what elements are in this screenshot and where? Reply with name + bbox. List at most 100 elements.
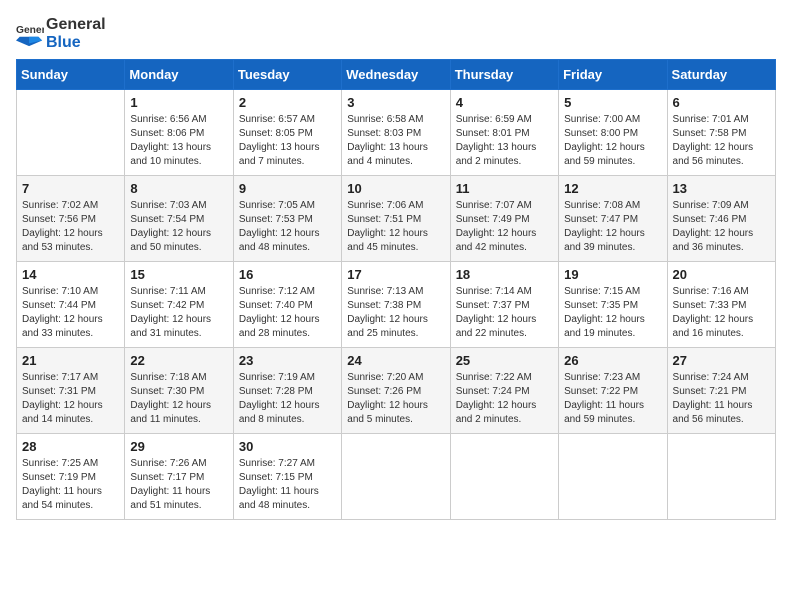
- calendar-cell: 15 Sunrise: 7:11 AMSunset: 7:42 PMDayligh…: [125, 262, 233, 348]
- day-number: 26: [564, 353, 661, 368]
- calendar-cell: [17, 90, 125, 176]
- calendar-cell: [559, 434, 667, 520]
- logo: General General Blue: [16, 16, 106, 51]
- logo-general-text: General: [46, 16, 106, 34]
- calendar-cell: 9Sunrise: 7:05 AMSunset: 7:53 PMDaylight…: [233, 176, 341, 262]
- calendar-table: SundayMondayTuesdayWednesdayThursdayFrid…: [16, 59, 776, 520]
- day-detail: Sunrise: 7:20 AMSunset: 7:26 PMDaylight:…: [347, 371, 444, 427]
- weekday-header-row: SundayMondayTuesdayWednesdayThursdayFrid…: [17, 60, 776, 90]
- day-detail: Sunrise: 7:12 AMSunset: 7:40 PMDaylight:…: [239, 285, 336, 341]
- calendar-cell: [667, 434, 775, 520]
- day-number: 28: [22, 439, 119, 454]
- day-number: 7: [22, 181, 119, 196]
- day-detail: Sunrise: 7:25 AMSunset: 7:19 PMDaylight:…: [22, 457, 119, 513]
- day-detail: Sunrise: 7:08 AMSunset: 7:47 PMDaylight:…: [564, 199, 661, 255]
- weekday-header-sunday: Sunday: [17, 60, 125, 90]
- day-number: 23: [239, 353, 336, 368]
- day-detail: Sunrise: 6:56 AMSunset: 8:06 PMDaylight:…: [130, 113, 227, 169]
- day-detail: Sunrise: 6:59 AMSunset: 8:01 PMDaylight:…: [456, 113, 553, 169]
- day-number: 15: [130, 267, 227, 282]
- calendar-cell: 29Sunrise: 7:26 AMSunset: 7:17 PMDayligh…: [125, 434, 233, 520]
- calendar-cell: 3Sunrise: 6:58 AMSunset: 8:03 PMDaylight…: [342, 90, 450, 176]
- calendar-cell: 6 Sunrise: 7:01 AMSunset: 7:58 PMDaylight…: [667, 90, 775, 176]
- calendar-cell: 17 Sunrise: 7:13 AMSunset: 7:38 PMDayligh…: [342, 262, 450, 348]
- calendar-cell: 27 Sunrise: 7:24 AMSunset: 7:21 PMDayligh…: [667, 348, 775, 434]
- day-number: 29: [130, 439, 227, 454]
- day-number: 19: [564, 267, 661, 282]
- logo-icon: General: [16, 20, 44, 48]
- day-detail: Sunrise: 7:18 AMSunset: 7:30 PMDaylight:…: [130, 371, 227, 427]
- weekday-header-saturday: Saturday: [667, 60, 775, 90]
- day-detail: Sunrise: 7:02 AMSunset: 7:56 PMDaylight:…: [22, 199, 119, 255]
- day-detail: Sunrise: 7:03 AMSunset: 7:54 PMDaylight:…: [130, 199, 227, 255]
- day-detail: Sunrise: 7:23 AMSunset: 7:22 PMDaylight:…: [564, 371, 661, 427]
- calendar-cell: 1 Sunrise: 6:56 AMSunset: 8:06 PMDaylight…: [125, 90, 233, 176]
- calendar-cell: 14 Sunrise: 7:10 AMSunset: 7:44 PMDayligh…: [17, 262, 125, 348]
- day-detail: Sunrise: 7:11 AMSunset: 7:42 PMDaylight:…: [130, 285, 227, 341]
- calendar-cell: 30Sunrise: 7:27 AMSunset: 7:15 PMDayligh…: [233, 434, 341, 520]
- calendar-cell: 26 Sunrise: 7:23 AMSunset: 7:22 PMDayligh…: [559, 348, 667, 434]
- calendar-cell: 2 Sunrise: 6:57 AMSunset: 8:05 PMDaylight…: [233, 90, 341, 176]
- day-number: 12: [564, 181, 661, 196]
- calendar-week-row: 1 Sunrise: 6:56 AMSunset: 8:06 PMDaylight…: [17, 90, 776, 176]
- page-header: General General Blue: [16, 16, 776, 51]
- day-detail: Sunrise: 7:27 AMSunset: 7:15 PMDaylight:…: [239, 457, 336, 513]
- day-number: 20: [673, 267, 770, 282]
- weekday-header-wednesday: Wednesday: [342, 60, 450, 90]
- calendar-week-row: 21Sunrise: 7:17 AMSunset: 7:31 PMDayligh…: [17, 348, 776, 434]
- calendar-cell: 13 Sunrise: 7:09 AMSunset: 7:46 PMDayligh…: [667, 176, 775, 262]
- calendar-cell: 4 Sunrise: 6:59 AMSunset: 8:01 PMDaylight…: [450, 90, 558, 176]
- day-number: 6: [673, 95, 770, 110]
- calendar-cell: 23 Sunrise: 7:19 AMSunset: 7:28 PMDayligh…: [233, 348, 341, 434]
- day-number: 16: [239, 267, 336, 282]
- day-number: 4: [456, 95, 553, 110]
- weekday-header-thursday: Thursday: [450, 60, 558, 90]
- calendar-cell: 10Sunrise: 7:06 AMSunset: 7:51 PMDayligh…: [342, 176, 450, 262]
- calendar-cell: 21Sunrise: 7:17 AMSunset: 7:31 PMDayligh…: [17, 348, 125, 434]
- day-number: 25: [456, 353, 553, 368]
- day-detail: Sunrise: 7:19 AMSunset: 7:28 PMDaylight:…: [239, 371, 336, 427]
- day-number: 1: [130, 95, 227, 110]
- calendar-cell: 5Sunrise: 7:00 AMSunset: 8:00 PMDaylight…: [559, 90, 667, 176]
- day-number: 14: [22, 267, 119, 282]
- calendar-cell: 22 Sunrise: 7:18 AMSunset: 7:30 PMDayligh…: [125, 348, 233, 434]
- day-number: 8: [130, 181, 227, 196]
- day-detail: Sunrise: 7:16 AMSunset: 7:33 PMDaylight:…: [673, 285, 770, 341]
- calendar-cell: 16 Sunrise: 7:12 AMSunset: 7:40 PMDayligh…: [233, 262, 341, 348]
- calendar-cell: 28 Sunrise: 7:25 AMSunset: 7:19 PMDayligh…: [17, 434, 125, 520]
- calendar-cell: 12 Sunrise: 7:08 AMSunset: 7:47 PMDayligh…: [559, 176, 667, 262]
- calendar-cell: 8 Sunrise: 7:03 AMSunset: 7:54 PMDaylight…: [125, 176, 233, 262]
- calendar-week-row: 7 Sunrise: 7:02 AMSunset: 7:56 PMDaylight…: [17, 176, 776, 262]
- day-detail: Sunrise: 7:14 AMSunset: 7:37 PMDaylight:…: [456, 285, 553, 341]
- day-detail: Sunrise: 7:01 AMSunset: 7:58 PMDaylight:…: [673, 113, 770, 169]
- day-number: 27: [673, 353, 770, 368]
- day-detail: Sunrise: 7:24 AMSunset: 7:21 PMDaylight:…: [673, 371, 770, 427]
- day-detail: Sunrise: 7:05 AMSunset: 7:53 PMDaylight:…: [239, 199, 336, 255]
- calendar-cell: 19Sunrise: 7:15 AMSunset: 7:35 PMDayligh…: [559, 262, 667, 348]
- day-number: 13: [673, 181, 770, 196]
- day-number: 2: [239, 95, 336, 110]
- day-number: 24: [347, 353, 444, 368]
- day-detail: Sunrise: 7:09 AMSunset: 7:46 PMDaylight:…: [673, 199, 770, 255]
- calendar-week-row: 28 Sunrise: 7:25 AMSunset: 7:19 PMDayligh…: [17, 434, 776, 520]
- day-detail: Sunrise: 7:07 AMSunset: 7:49 PMDaylight:…: [456, 199, 553, 255]
- calendar-cell: 18 Sunrise: 7:14 AMSunset: 7:37 PMDayligh…: [450, 262, 558, 348]
- calendar-cell: [342, 434, 450, 520]
- calendar-week-row: 14 Sunrise: 7:10 AMSunset: 7:44 PMDayligh…: [17, 262, 776, 348]
- day-detail: Sunrise: 7:13 AMSunset: 7:38 PMDaylight:…: [347, 285, 444, 341]
- day-detail: Sunrise: 7:00 AMSunset: 8:00 PMDaylight:…: [564, 113, 661, 169]
- day-detail: Sunrise: 7:17 AMSunset: 7:31 PMDaylight:…: [22, 371, 119, 427]
- day-detail: Sunrise: 6:57 AMSunset: 8:05 PMDaylight:…: [239, 113, 336, 169]
- day-number: 11: [456, 181, 553, 196]
- calendar-cell: 25 Sunrise: 7:22 AMSunset: 7:24 PMDayligh…: [450, 348, 558, 434]
- day-number: 17: [347, 267, 444, 282]
- day-number: 18: [456, 267, 553, 282]
- day-number: 22: [130, 353, 227, 368]
- logo-blue-text: Blue: [46, 34, 106, 52]
- calendar-cell: 7 Sunrise: 7:02 AMSunset: 7:56 PMDaylight…: [17, 176, 125, 262]
- day-detail: Sunrise: 7:22 AMSunset: 7:24 PMDaylight:…: [456, 371, 553, 427]
- day-detail: Sunrise: 7:10 AMSunset: 7:44 PMDaylight:…: [22, 285, 119, 341]
- day-number: 10: [347, 181, 444, 196]
- weekday-header-friday: Friday: [559, 60, 667, 90]
- calendar-cell: 24 Sunrise: 7:20 AMSunset: 7:26 PMDayligh…: [342, 348, 450, 434]
